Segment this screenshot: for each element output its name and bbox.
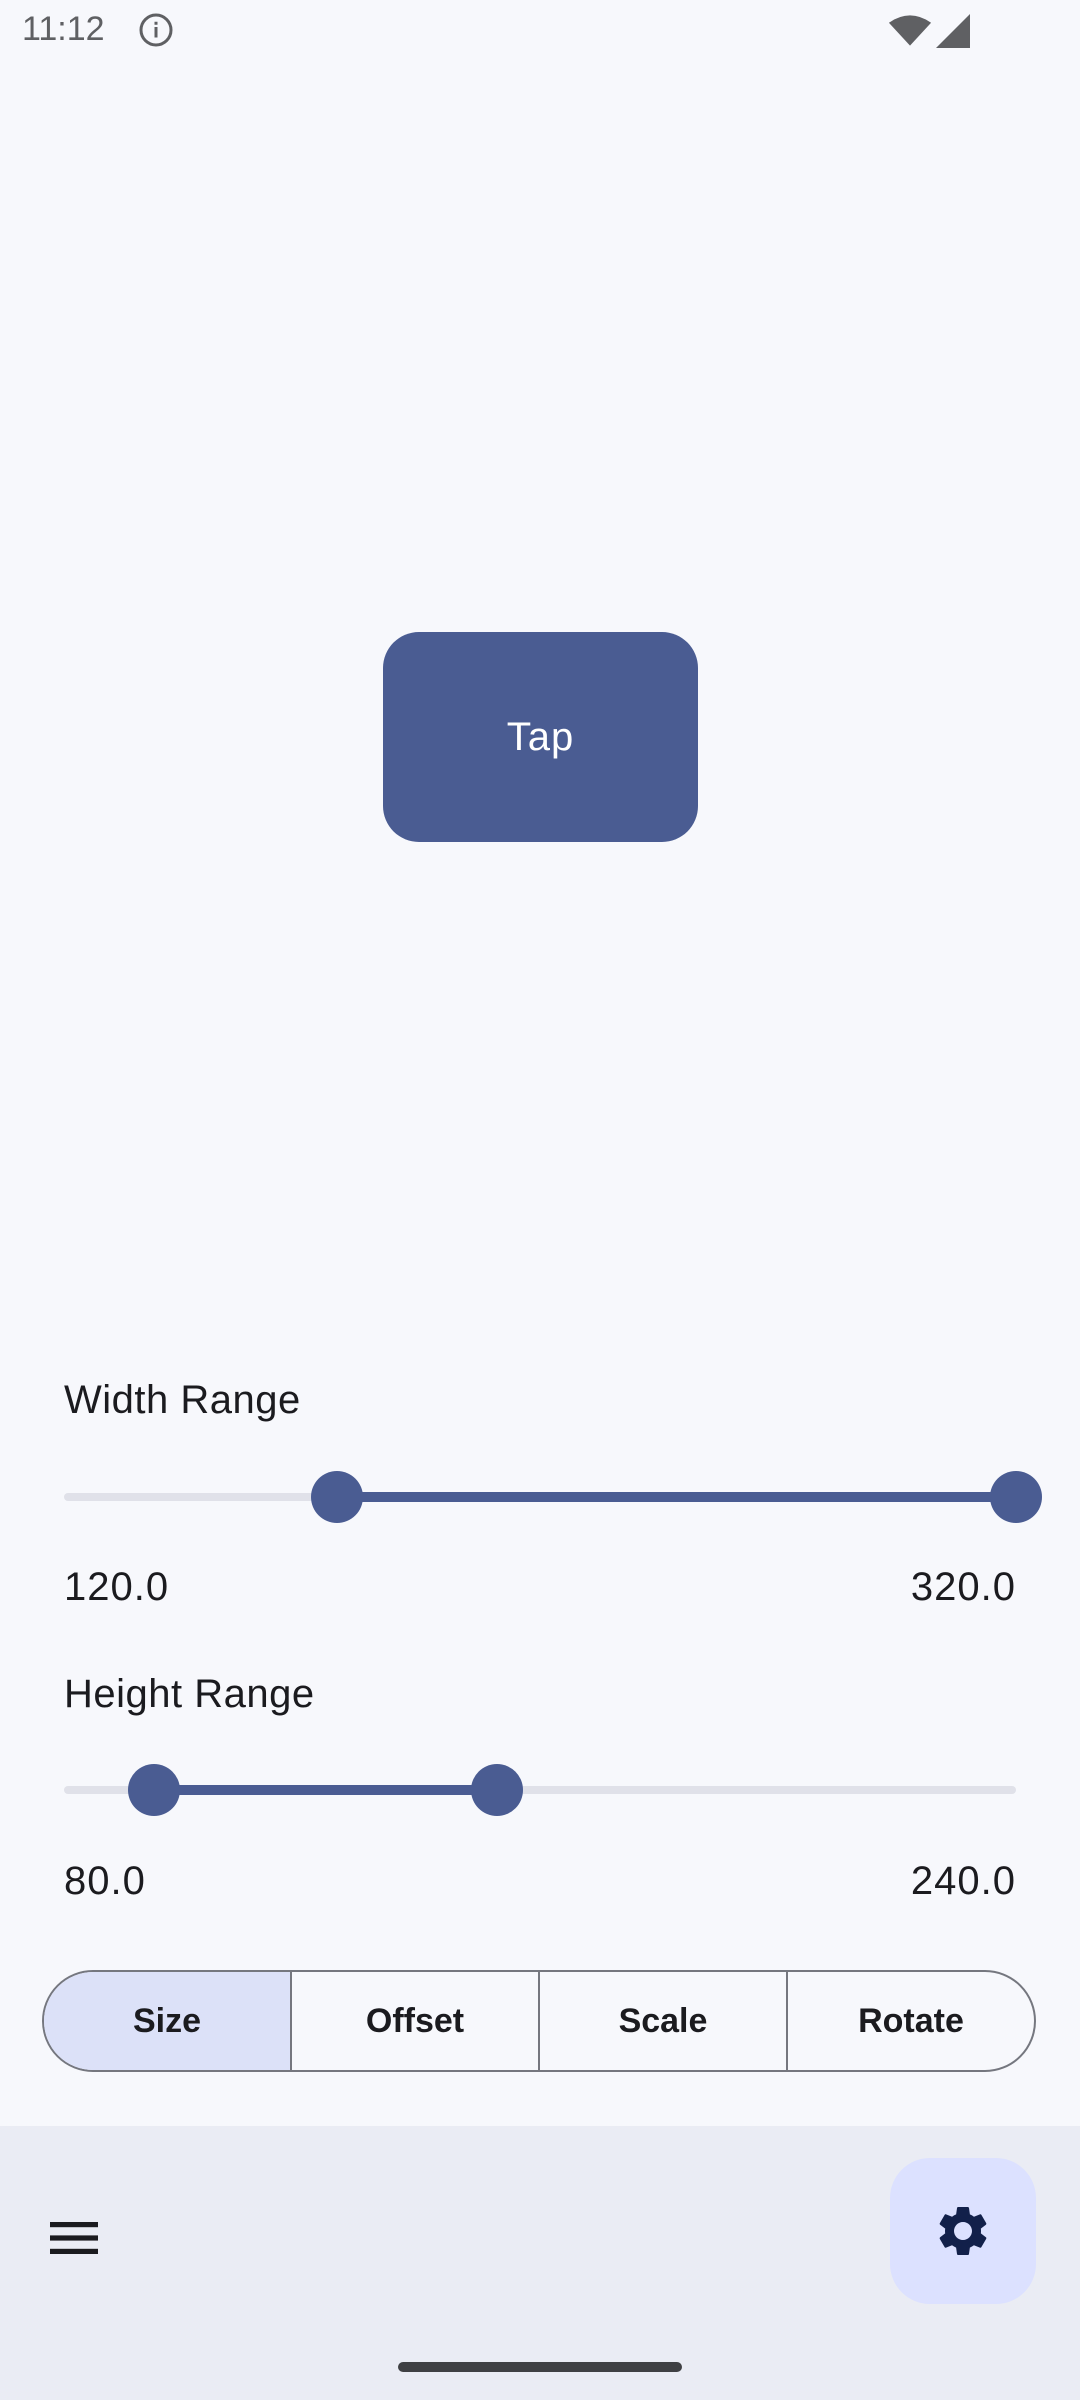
height-range-label: Height Range	[64, 1672, 315, 1716]
height-range-end-value: 240.0	[910, 1859, 1016, 1903]
status-time: 11:12	[22, 10, 105, 48]
height-range-start-value: 80.0	[64, 1859, 146, 1903]
width-slider-end-thumb[interactable]	[990, 1471, 1042, 1523]
settings-fab[interactable]	[890, 2158, 1036, 2304]
segment-offset[interactable]: Offset	[290, 1972, 538, 2070]
width-range-slider[interactable]	[64, 1467, 1042, 1527]
info-icon	[139, 13, 173, 47]
height-slider-end-thumb[interactable]	[471, 1764, 524, 1816]
status-bar: 11:12	[0, 0, 1080, 64]
menu-icon[interactable]	[44, 2210, 104, 2266]
width-slider-start-thumb[interactable]	[311, 1471, 364, 1523]
segment-size[interactable]: Size	[44, 1972, 290, 2070]
height-slider-start-thumb[interactable]	[128, 1764, 181, 1816]
segment-rotate[interactable]: Rotate	[786, 1972, 1034, 2070]
wifi-icon	[888, 15, 932, 46]
width-range-end-value: 320.0	[910, 1565, 1016, 1609]
segment-scale[interactable]: Scale	[538, 1972, 786, 2070]
width-range-start-value: 120.0	[64, 1565, 170, 1609]
height-range-slider[interactable]	[64, 1760, 1016, 1820]
width-slider-active-track	[337, 1492, 1016, 1502]
gear-icon	[939, 2207, 987, 2255]
home-indicator[interactable]	[398, 2362, 682, 2372]
signal-icon	[936, 14, 970, 48]
width-range-label: Width Range	[64, 1378, 301, 1422]
segmented-button-group: Size Offset Scale Rotate	[42, 1970, 1036, 2072]
height-slider-active-track	[154, 1785, 498, 1795]
tap-button[interactable]: Tap	[383, 632, 698, 842]
